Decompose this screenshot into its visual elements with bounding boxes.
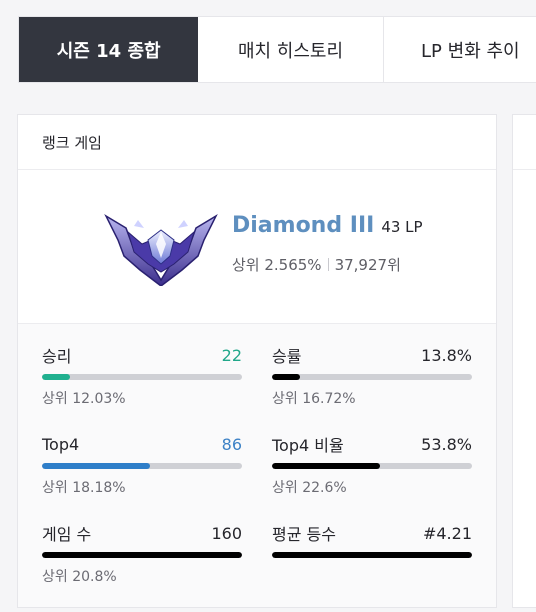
progress-bar <box>272 374 472 380</box>
rank-number: 37,927위 <box>334 256 401 274</box>
rank-summary: Diamond III 43 LP 상위 2.565% 37,927위 <box>18 170 496 324</box>
stat-percentile: 상위 18.18% <box>42 480 126 496</box>
stat-value: 13.8% <box>421 345 472 365</box>
rank-meta: 상위 2.565% 37,927위 <box>232 254 401 275</box>
stat-percentile: 상위 22.6% <box>272 480 347 496</box>
stat-label: Top4 <box>42 434 80 454</box>
tab-season-summary[interactable]: 시즌 14 종합 <box>19 17 199 82</box>
progress-bar <box>42 374 242 380</box>
stat-percentile: 상위 20.8% <box>42 569 117 585</box>
stat-average-place: 평균 등수 #4.21 <box>272 522 472 558</box>
stat-percentile: 상위 16.72% <box>272 391 356 407</box>
stat-top4: Top4 86 상위 18.18% <box>42 433 242 497</box>
side-panel-edge <box>512 114 536 608</box>
card-title: 랭크 게임 <box>18 115 496 170</box>
side-panel-header <box>513 115 536 170</box>
progress-bar <box>42 552 242 558</box>
stat-top4-rate: Top4 비율 53.8% 상위 22.6% <box>272 433 472 497</box>
progress-fill <box>272 463 380 469</box>
stats-grid: 승리 22 상위 12.03% 승률 13.8% 상위 16.72% Top4 … <box>18 324 496 607</box>
stat-value: 22 <box>221 345 242 365</box>
progress-fill <box>42 374 70 380</box>
diamond-rank-emblem-icon <box>104 214 218 286</box>
progress-bar <box>42 463 242 469</box>
stat-label: 승률 <box>272 347 302 366</box>
tab-lp-trend[interactable]: LP 변화 추이 <box>384 17 536 82</box>
ranked-game-card: 랭크 게임 Diamond III 43 LP 상위 2.565% 37,927… <box>17 114 497 608</box>
progress-fill <box>272 374 300 380</box>
stat-label: 평균 등수 <box>272 525 336 544</box>
stat-winrate: 승률 13.8% 상위 16.72% <box>272 344 472 408</box>
tier-line: Diamond III 43 LP <box>232 213 423 238</box>
progress-fill <box>42 463 150 469</box>
stat-label: 승리 <box>42 347 72 366</box>
stat-label: 게임 수 <box>42 525 92 544</box>
stat-value: 160 <box>211 523 242 543</box>
stat-percentile: 상위 12.03% <box>42 391 126 407</box>
stat-value: 53.8% <box>421 434 472 454</box>
divider <box>327 258 329 271</box>
tier-lp: 43 LP <box>381 218 423 236</box>
top-percent: 상위 2.565% <box>232 256 322 274</box>
progress-bar <box>272 552 472 558</box>
tier-name: Diamond III <box>232 213 375 238</box>
stat-value: #4.21 <box>422 523 472 543</box>
tab-match-history[interactable]: 매치 히스토리 <box>198 17 384 82</box>
stat-label: Top4 비율 <box>272 436 344 455</box>
tab-bar: 시즌 14 종합 매치 히스토리 LP 변화 추이 <box>18 16 536 83</box>
stat-games: 게임 수 160 상위 20.8% <box>42 522 242 586</box>
progress-fill <box>42 552 242 558</box>
stat-wins: 승리 22 상위 12.03% <box>42 344 242 408</box>
progress-bar <box>272 463 472 469</box>
progress-fill <box>272 552 472 558</box>
stat-value: 86 <box>221 434 242 454</box>
